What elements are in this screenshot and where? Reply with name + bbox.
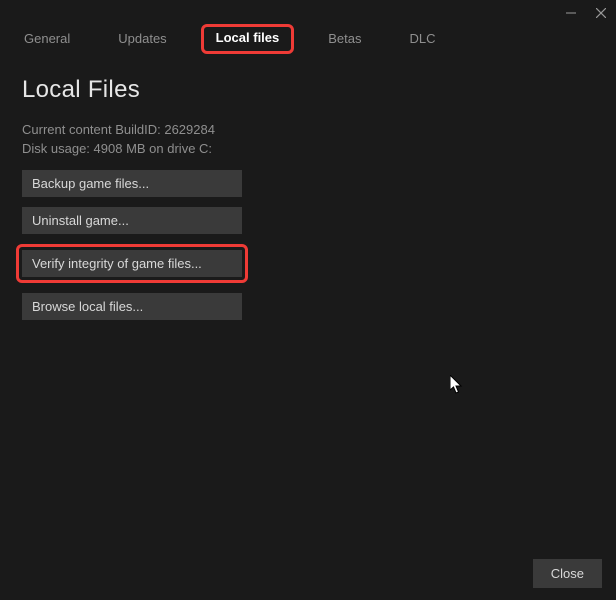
disk-usage-line: Disk usage: 4908 MB on drive C:: [22, 141, 594, 156]
footer: Close: [533, 559, 602, 588]
window-close-button[interactable]: [586, 0, 616, 26]
tab-updates[interactable]: Updates: [104, 25, 180, 54]
close-button[interactable]: Close: [533, 559, 602, 588]
browse-local-files-button[interactable]: Browse local files...: [22, 293, 242, 320]
cursor-pointer-icon: [450, 375, 466, 398]
backup-game-files-button[interactable]: Backup game files...: [22, 170, 242, 197]
window-controls: [556, 0, 616, 26]
verify-integrity-button[interactable]: Verify integrity of game files...: [22, 250, 242, 277]
verify-highlight: Verify integrity of game files...: [16, 244, 248, 283]
tab-betas[interactable]: Betas: [314, 25, 375, 54]
uninstall-game-button[interactable]: Uninstall game...: [22, 207, 242, 234]
content-area: Local Files Current content BuildID: 262…: [0, 54, 616, 320]
build-id-line: Current content BuildID: 2629284: [22, 122, 594, 137]
page-title: Local Files: [22, 76, 594, 104]
close-icon: [596, 8, 606, 18]
tab-general[interactable]: General: [10, 25, 84, 54]
tabbar: General Updates Local files Betas DLC: [0, 0, 616, 54]
local-files-buttons: Backup game files... Uninstall game... V…: [22, 170, 242, 320]
minimize-icon: [566, 8, 576, 18]
minimize-button[interactable]: [556, 0, 586, 26]
tab-dlc[interactable]: DLC: [396, 25, 450, 54]
tab-local-files[interactable]: Local files: [201, 24, 295, 54]
